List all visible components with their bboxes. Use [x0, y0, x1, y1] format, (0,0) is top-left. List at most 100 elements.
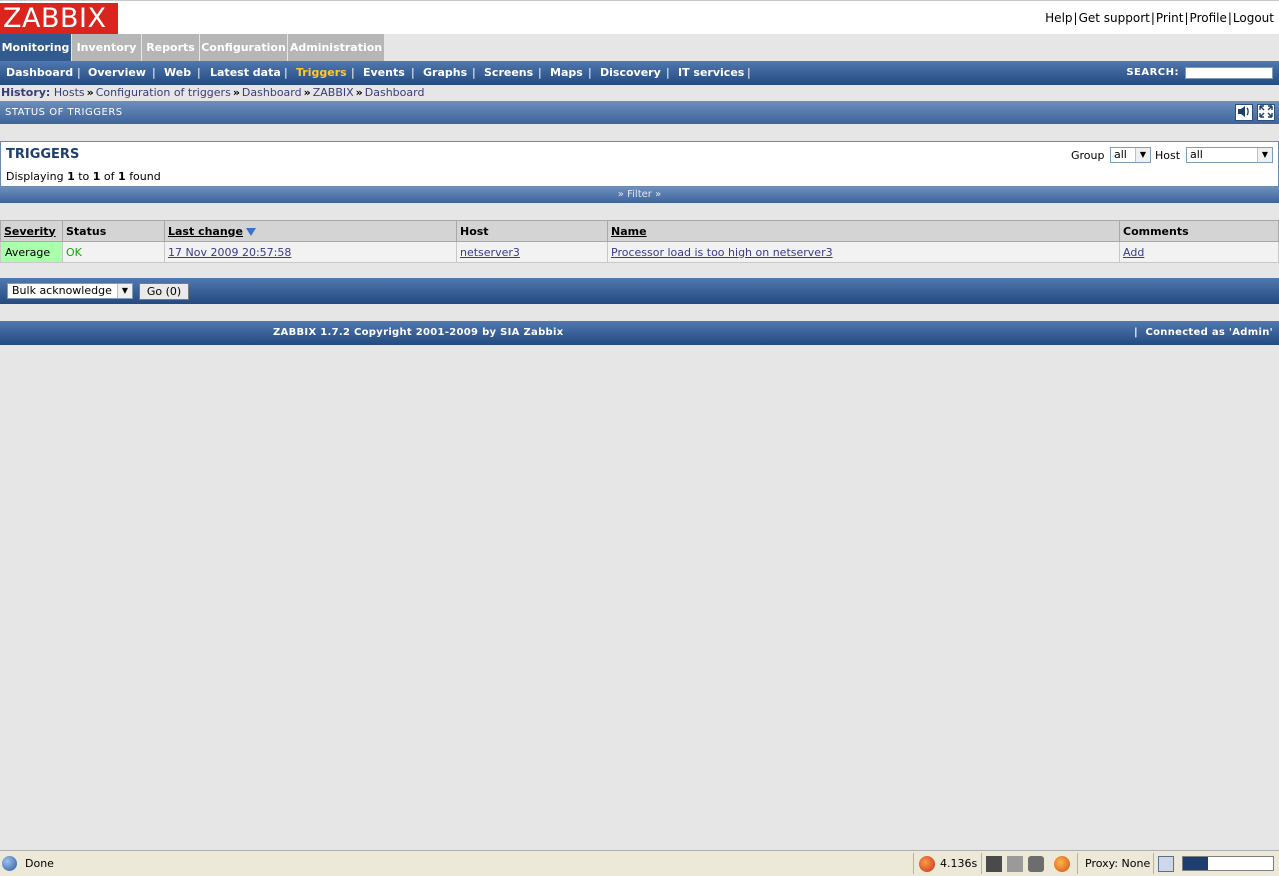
speaker-icon[interactable]: [1235, 104, 1253, 121]
triggers-title: TRIGGERS: [6, 147, 80, 162]
get-support-link[interactable]: Get support: [1079, 11, 1150, 25]
submenu-maps[interactable]: Maps: [550, 61, 583, 85]
chevron-double-down-icon: »: [617, 189, 624, 200]
host-link[interactable]: netserver3: [460, 246, 520, 259]
chevron-down-icon: ▼: [1135, 148, 1150, 162]
count-text: Displaying: [6, 170, 64, 183]
submenu-separator: |: [284, 66, 288, 79]
header-severity[interactable]: Severity: [0, 220, 63, 242]
bulk-action-bar: Bulk acknowledge ▼ Go (0): [0, 278, 1279, 304]
tab-inventory[interactable]: Inventory: [72, 34, 141, 61]
globe-icon: [2, 856, 17, 871]
chevron-down-icon: ▼: [1257, 148, 1272, 162]
header: ZABBIX Help|Get support|Print|Profile|Lo…: [0, 0, 1279, 34]
submenu-overview[interactable]: Overview: [88, 61, 146, 85]
logout-link[interactable]: Logout: [1233, 11, 1274, 25]
page-info-icon[interactable]: [1158, 856, 1174, 872]
submenu-latest-data[interactable]: Latest data: [210, 61, 281, 85]
status-divider: [1153, 853, 1154, 874]
add-comment-link[interactable]: Add: [1123, 246, 1144, 259]
header-host: Host: [456, 220, 608, 242]
submenu-screens[interactable]: Screens: [484, 61, 533, 85]
double-arrow-icon: »: [355, 86, 363, 99]
count-from: 1: [67, 170, 75, 183]
chevron-down-icon: ▼: [117, 284, 132, 298]
filter-toggle[interactable]: » Filter »: [0, 187, 1279, 203]
submenu-events[interactable]: Events: [363, 61, 405, 85]
count-text: of: [103, 170, 115, 183]
trigger-name-link[interactable]: Processor load is too high on netserver3: [611, 246, 833, 259]
submenu-separator: |: [538, 66, 542, 79]
header-status: Status: [62, 220, 165, 242]
progress-bar: [1182, 856, 1274, 871]
bulk-action-value: Bulk acknowledge: [12, 284, 112, 297]
severity-cell: Average: [0, 241, 63, 263]
toolbar-icon[interactable]: [986, 856, 1002, 872]
connected-as: Connected as 'Admin': [1145, 327, 1273, 338]
fullscreen-icon[interactable]: [1257, 104, 1275, 121]
search-label: SEARCH:: [1126, 67, 1179, 78]
history-item[interactable]: Hosts: [54, 86, 85, 99]
submenu: Dashboard | Overview | Web | Latest data…: [0, 61, 1279, 85]
proxy-status[interactable]: Proxy: None: [1085, 857, 1150, 870]
bulk-action-select[interactable]: Bulk acknowledge ▼: [7, 283, 133, 299]
status-divider: [1077, 853, 1078, 874]
double-arrow-icon: »: [232, 86, 240, 99]
tab-administration[interactable]: Administration: [288, 34, 384, 61]
header-name[interactable]: Name: [607, 220, 1120, 242]
count-total: 1: [118, 170, 126, 183]
disk-icon[interactable]: [1007, 856, 1023, 872]
profile-link[interactable]: Profile: [1190, 11, 1227, 25]
double-arrow-icon: »: [86, 86, 94, 99]
help-link[interactable]: Help: [1045, 11, 1072, 25]
double-arrow-icon: »: [303, 86, 311, 99]
go-button[interactable]: Go (0): [139, 283, 189, 300]
firebug-icon[interactable]: [919, 856, 935, 872]
group-select-value: all: [1114, 148, 1127, 161]
displaying-count: Displaying 1 to 1 of 1 found: [6, 170, 161, 183]
submenu-triggers[interactable]: Triggers: [296, 61, 347, 85]
shark-icon[interactable]: [1028, 856, 1044, 872]
history-item[interactable]: Configuration of triggers: [96, 86, 231, 99]
tab-monitoring[interactable]: Monitoring: [0, 34, 71, 61]
submenu-separator: |: [197, 66, 201, 79]
submenu-separator: |: [666, 66, 670, 79]
header-last-change[interactable]: Last change: [164, 220, 457, 242]
history-item[interactable]: ZABBIX: [313, 86, 354, 99]
table-header-row: Severity Status Last change Host Name Co…: [0, 220, 1279, 242]
submenu-separator: |: [77, 66, 81, 79]
page-title-bar: STATUS OF TRIGGERS: [0, 101, 1279, 124]
zabbix-logo[interactable]: ZABBIX: [0, 3, 118, 34]
firefox-icon[interactable]: [1054, 856, 1070, 872]
header-comments: Comments: [1119, 220, 1279, 242]
status-divider: [981, 853, 982, 874]
history-item[interactable]: Dashboard: [365, 86, 425, 99]
breadcrumb: History: Hosts» Configuration of triggers…: [0, 85, 1279, 101]
host-label: Host: [1155, 149, 1181, 162]
last-change-cell: 17 Nov 2009 20:57:58: [164, 241, 457, 263]
header-last-change-label: Last change: [168, 224, 244, 238]
host-select[interactable]: all ▼: [1186, 147, 1273, 163]
submenu-graphs[interactable]: Graphs: [423, 61, 467, 85]
submenu-dashboard[interactable]: Dashboard: [6, 61, 73, 85]
submenu-it-services[interactable]: IT services: [678, 61, 744, 85]
submenu-separator: |: [152, 66, 156, 79]
submenu-separator: |: [351, 66, 355, 79]
triggers-table: Severity Status Last change Host Name Co…: [0, 220, 1279, 263]
tab-configuration[interactable]: Configuration: [200, 34, 287, 61]
search-input[interactable]: [1185, 67, 1273, 79]
history-item[interactable]: Dashboard: [242, 86, 302, 99]
last-change-link[interactable]: 17 Nov 2009 20:57:58: [168, 246, 291, 259]
submenu-separator: |: [472, 66, 476, 79]
submenu-separator: |: [588, 66, 592, 79]
footer-separator: |: [1134, 327, 1138, 338]
submenu-discovery[interactable]: Discovery: [600, 61, 661, 85]
triggers-panel: TRIGGERS Displaying 1 to 1 of 1 found Gr…: [0, 141, 1279, 187]
count-text: to: [78, 170, 90, 183]
submenu-web[interactable]: Web: [164, 61, 191, 85]
name-cell: Processor load is too high on netserver3: [607, 241, 1120, 263]
print-link[interactable]: Print: [1156, 11, 1184, 25]
tab-reports[interactable]: Reports: [142, 34, 199, 61]
group-select[interactable]: all ▼: [1110, 147, 1151, 163]
top-links: Help|Get support|Print|Profile|Logout: [1045, 11, 1274, 25]
